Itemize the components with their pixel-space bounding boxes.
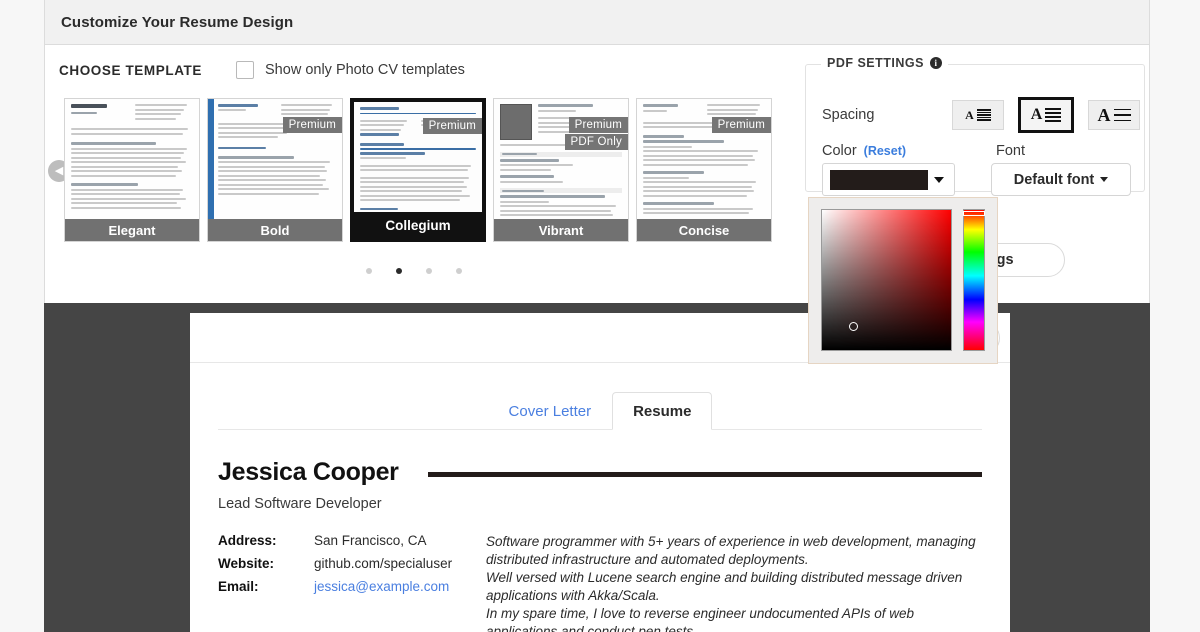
template-card-collegium[interactable]: Premium Collegium bbox=[350, 98, 486, 242]
panel-header: Customize Your Resume Design bbox=[45, 0, 1149, 45]
template-name-bold: Bold bbox=[208, 219, 342, 241]
resume-name: Jessica Cooper bbox=[218, 458, 399, 486]
page-title: Customize Your Resume Design bbox=[61, 13, 294, 31]
page-root: Customize Your Resume Design CHOOSE TEMP… bbox=[0, 0, 1200, 632]
contact-key: Website: bbox=[218, 556, 275, 571]
photo-cv-checkbox-label[interactable]: Show only Photo CV templates bbox=[265, 62, 465, 78]
chevron-down-icon bbox=[934, 176, 944, 183]
template-card-concise[interactable]: Premium Concise bbox=[636, 98, 772, 242]
resume-header: Jessica Cooper bbox=[218, 458, 982, 487]
template-card-vibrant[interactable]: Premium PDF Only Vibrant bbox=[493, 98, 629, 242]
template-name-collegium: Collegium bbox=[354, 212, 482, 238]
template-photo bbox=[500, 104, 532, 140]
photo-cv-checkbox[interactable] bbox=[236, 61, 255, 79]
spacing-lines-icon bbox=[976, 109, 991, 121]
font-dropdown[interactable]: Default font bbox=[991, 163, 1131, 196]
carousel-dot-2[interactable] bbox=[396, 268, 402, 274]
template-card-elegant[interactable]: Elegant bbox=[64, 98, 200, 242]
resume-document: Jessica Cooper Lead Software Developer A… bbox=[190, 430, 1010, 632]
hue-slider[interactable] bbox=[963, 209, 985, 351]
spacing-option-wide[interactable]: A bbox=[1088, 100, 1140, 130]
contact-value: San Francisco, CA bbox=[314, 533, 427, 548]
choose-template-label: CHOOSE TEMPLATE bbox=[59, 62, 203, 78]
contact-row-address: Address: San Francisco, CA bbox=[218, 533, 486, 548]
template-badge-premium: Premium bbox=[568, 117, 628, 133]
template-name-concise: Concise bbox=[637, 219, 771, 241]
spacing-letter-icon: A bbox=[1097, 104, 1111, 125]
resume-contact-list: Address: San Francisco, CA Website: gith… bbox=[218, 533, 486, 632]
carousel-pagination bbox=[44, 268, 784, 274]
color-label: Color bbox=[822, 143, 857, 159]
resume-job-title: Lead Software Developer bbox=[218, 496, 382, 512]
carousel-dot-1[interactable] bbox=[366, 268, 372, 274]
spacing-lines-icon bbox=[1113, 108, 1131, 122]
contact-key: Email: bbox=[218, 579, 259, 594]
tab-resume[interactable]: Resume bbox=[612, 392, 713, 430]
sv-cursor-handle[interactable] bbox=[849, 322, 858, 331]
summary-paragraph: Software programmer with 5+ years of exp… bbox=[486, 534, 976, 567]
summary-paragraph: In my spare time, I love to reverse engi… bbox=[486, 605, 914, 632]
spacing-row: Spacing A A A bbox=[822, 97, 1154, 133]
saturation-value-area[interactable] bbox=[821, 209, 953, 351]
pdf-settings-legend: PDF SETTINGS i bbox=[821, 56, 948, 70]
resume-body: Address: San Francisco, CA Website: gith… bbox=[218, 533, 982, 632]
spacing-option-compact[interactable]: A bbox=[952, 100, 1004, 130]
tab-cover-letter[interactable]: Cover Letter bbox=[488, 392, 613, 430]
preview-tabs: Cover Letter Resume bbox=[190, 392, 1010, 430]
carousel-dot-4[interactable] bbox=[456, 268, 462, 274]
template-badge-premium: Premium bbox=[422, 118, 482, 134]
color-picker-popup[interactable] bbox=[808, 197, 998, 364]
contact-email-link[interactable]: jessica@example.com bbox=[314, 579, 449, 594]
contact-key: Address: bbox=[218, 533, 277, 548]
pdf-settings-panel: PDF SETTINGS i Spacing A A A Color (Rese… bbox=[805, 56, 1145, 196]
contact-value: github.com/specialuser bbox=[314, 556, 453, 571]
template-card-list: Elegant Premium Bold Premium Collegium P… bbox=[64, 98, 772, 242]
template-name-elegant: Elegant bbox=[65, 219, 199, 241]
spacing-option-normal[interactable]: A bbox=[1018, 97, 1074, 133]
template-badge-pdf-only: PDF Only bbox=[564, 134, 628, 150]
chevron-down-icon bbox=[1100, 177, 1109, 182]
summary-paragraph: Well versed with Lucene search engine an… bbox=[486, 569, 963, 603]
font-label: Font bbox=[996, 143, 1026, 159]
template-badge-premium: Premium bbox=[711, 117, 771, 133]
contact-row-email: Email: jessica@example.com bbox=[218, 579, 486, 594]
spacing-label: Spacing bbox=[822, 107, 875, 123]
template-card-bold[interactable]: Premium Bold bbox=[207, 98, 343, 242]
color-swatch bbox=[830, 169, 928, 190]
template-name-vibrant: Vibrant bbox=[494, 219, 628, 241]
info-icon[interactable]: i bbox=[929, 57, 942, 69]
spacing-letter-icon: A bbox=[965, 107, 974, 122]
resume-summary: Software programmer with 5+ years of exp… bbox=[486, 533, 982, 632]
template-badge-premium: Premium bbox=[282, 117, 342, 133]
color-picker-dropdown[interactable] bbox=[822, 163, 955, 196]
color-reset-link[interactable]: (Reset) bbox=[864, 144, 906, 158]
spacing-letter-icon: A bbox=[1030, 106, 1043, 123]
hue-slider-handle[interactable] bbox=[963, 211, 985, 216]
carousel-dot-3[interactable] bbox=[426, 268, 432, 274]
color-label-group: Color (Reset) bbox=[822, 143, 906, 159]
font-value: Default font bbox=[1013, 171, 1095, 188]
spacing-lines-icon bbox=[1045, 108, 1062, 122]
template-carousel: ◀ ▶ bbox=[44, 90, 784, 250]
contact-row-website: Website: github.com/specialuser bbox=[218, 556, 486, 571]
resume-accent-bar bbox=[427, 471, 982, 477]
pdf-settings-title: PDF SETTINGS bbox=[827, 56, 924, 70]
